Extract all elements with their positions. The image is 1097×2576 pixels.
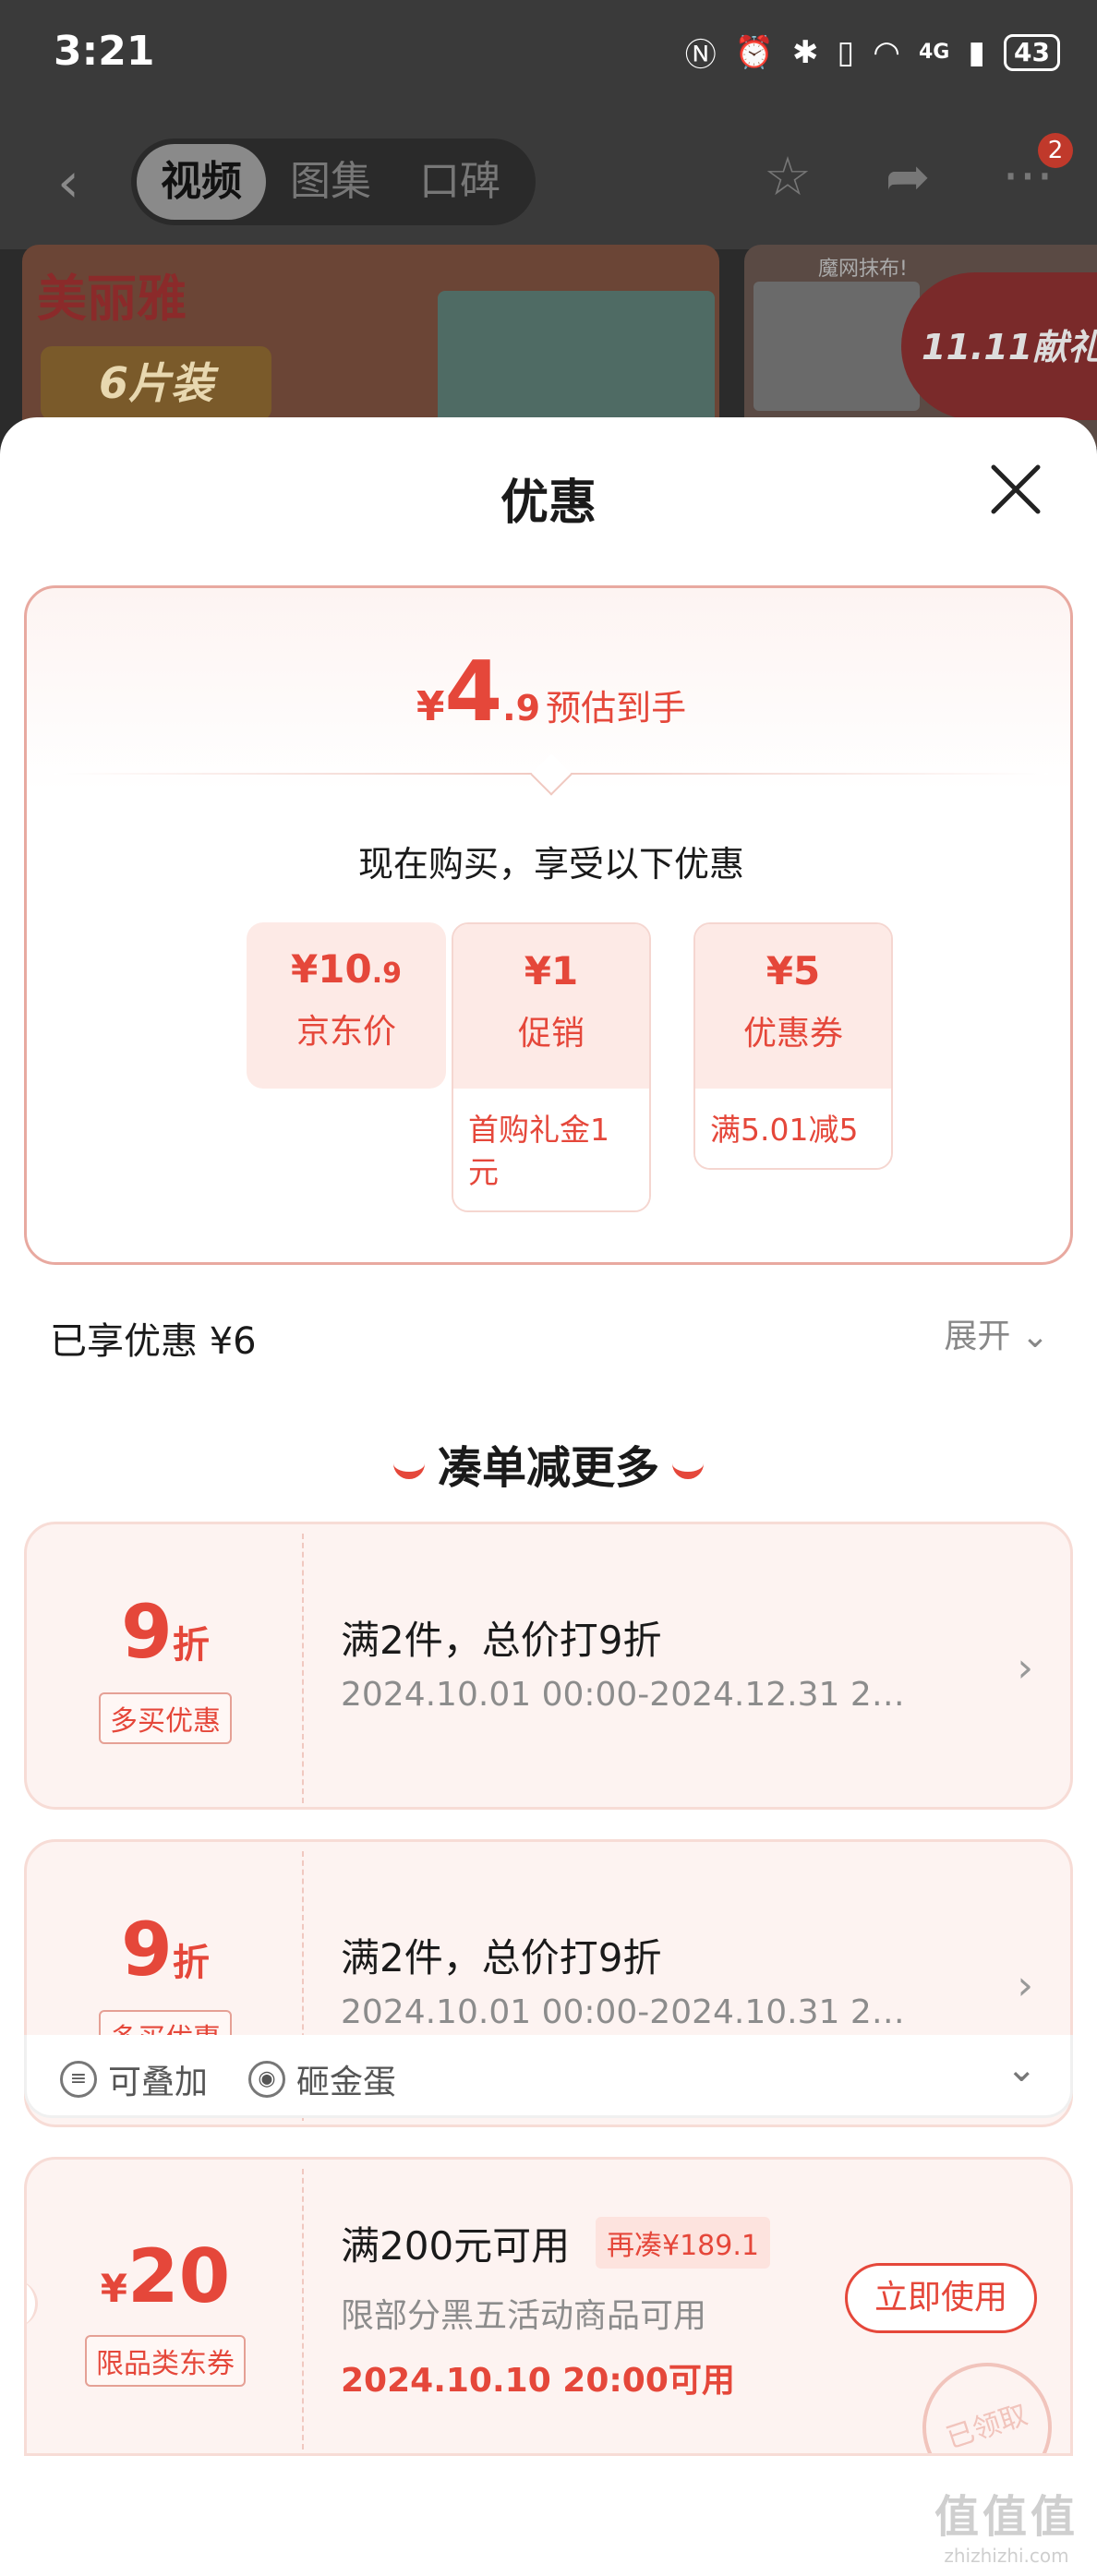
status-bar: 3:21 Ⓝ ⏰ ✱ ▯ ◠ 4G ▮ 43 [0,0,1097,111]
promotion-label: 促销 [517,1015,585,1053]
coupon-label: 优惠券 [742,1015,843,1053]
promo-banner-sale: 11.11献礼 [901,272,1097,420]
promo-discount: 9折 [121,1907,210,1992]
coupon-date: 2024.10.10 20:00可用 [341,2362,735,2400]
watermark: 值值值 zhizhizhi.com [934,2480,1079,2567]
more-icon[interactable]: ··· 2 [995,133,1073,209]
expand-label: 展开 [944,1318,1011,1355]
tab-gallery[interactable]: 图集 [266,144,395,220]
price-decimal: .9 [502,688,541,728]
coupon-value: ¥5 [765,948,821,993]
status-time: 3:21 [54,28,155,75]
coupon-title: 满200元可用 [341,2223,571,2269]
coupon-note: 满5.01减5 [695,1089,891,1168]
tab-video[interactable]: 视频 [137,144,266,220]
chevron-down-icon[interactable]: ⌄ [1006,2048,1037,2090]
egg-icon: ◉ [248,2061,285,2098]
promo-period: 2024.10.01 00:00-2024.10.31 23:59 [341,1993,922,2031]
coupon-tag: 限品类东券 [85,2335,246,2387]
share-icon[interactable]: ➦ [875,144,940,209]
banner-pack: 6片装 [41,346,271,420]
media-tabs: 视频 图集 口碑 [131,138,536,225]
coupon-footer: ≡ 可叠加 ◉ 砸金蛋 ⌄ [24,2035,1073,2118]
wifi-icon: ◠ [873,33,900,71]
coupon-card: ¥20 限品类东券 满200元可用 再凑¥189.1 限部分黑五活动商品可用 2… [24,2157,1073,2456]
enjoyed-discount: 已享优惠 ¥6 [50,1320,257,1363]
back-icon[interactable]: ‹ [57,155,94,211]
battery-indicator: 43 [1004,33,1060,71]
nfc-icon: Ⓝ [684,37,717,74]
alarm-icon: ⏰ [734,33,775,71]
price-label: 预估到手 [546,688,687,728]
more-badge: 2 [1038,133,1073,168]
promo-card[interactable]: 9折 多买优惠 满2件，总价打9折 2024.10.01 00:00-2024.… [24,1522,1073,1810]
nav-bar: ‹ 视频 图集 口碑 ☆ ➦ ··· 2 [0,111,1097,249]
expand-toggle[interactable]: 展开 ⌄ [944,1309,1049,1357]
use-now-button[interactable]: 立即使用 [845,2263,1037,2333]
divider-notch [530,753,573,796]
jd-price-box: ¥10.9 京东价 [247,922,446,1089]
price-summary-card: ¥4.9预估到手 现在购买，享受以下优惠 ¥10.9 京东价 − ¥1 促销 首… [24,585,1073,1265]
network-type: 4G [918,41,950,64]
sheet-title: 优惠 [500,475,597,531]
buy-now-text: 现在购买，享受以下优惠 [357,844,744,885]
dashed-divider [302,1534,304,1803]
promo-discount: 9折 [121,1589,210,1675]
bluetooth-icon: ✱ [792,33,819,71]
golden-egg-label: 砸金蛋 [296,2064,397,2101]
coupon-remaining-chip: 再凑¥189.1 [596,2217,770,2269]
golden-egg-info[interactable]: ◉ 砸金蛋 [248,2055,396,2103]
promo-title: 满2件，总价打9折 [341,1935,662,1980]
section-title: 凑单减更多 [0,1431,1097,1496]
promo-period: 2024.10.01 00:00-2024.12.31 23:59 [341,1676,922,1714]
price-currency: ¥ [416,683,445,730]
coupon-amount: ¥20 [100,2233,231,2319]
favorite-star-icon[interactable]: ☆ [755,144,820,209]
promo-banner-card [753,282,920,411]
jd-price-label: 京东价 [295,1013,396,1051]
chevron-down-icon: ⌄ [1020,1318,1049,1355]
watermark-logo: 值值值 [934,2491,1079,2543]
promotion-note: 首购礼金1元 [453,1089,649,1210]
status-icons: Ⓝ ⏰ ✱ ▯ ◠ 4G ▮ 43 [685,30,1060,75]
promotion-box: ¥1 促销 首购礼金1元 [452,922,651,1212]
promo-title: 满2件，总价打9折 [341,1618,662,1663]
promo-tag: 多买优惠 [99,1692,232,1744]
stackable-info[interactable]: ≡ 可叠加 [60,2055,208,2103]
nav-actions: ☆ ➦ ··· 2 [755,133,1073,209]
price-integer: 4 [444,644,503,740]
stack-icon: ≡ [60,2061,97,2098]
signal-icon: ▮ [968,33,986,71]
stackable-label: 可叠加 [108,2064,209,2101]
chevron-right-icon: › [1017,1962,1033,2009]
dashed-divider [302,2169,304,2450]
banner-brand: 美丽雅 [37,269,187,328]
coupon-box: ¥5 优惠券 满5.01减5 [693,922,893,1170]
estimated-price: ¥4.9 预估到手 [27,644,1076,740]
watermark-url: zhizhizhi.com [944,2545,1069,2567]
promo-banner-title: 魔网抹布! [818,258,908,281]
tab-reviews[interactable]: 口碑 [395,144,524,220]
smile-icon [392,1463,425,1479]
discount-sheet: 优惠 ¥4.9预估到手 现在购买，享受以下优惠 ¥10.9 京东价 − ¥1 促… [0,417,1097,2576]
chevron-right-icon: › [1017,1644,1033,1691]
claimed-stamp: 已领取 [905,2345,1069,2453]
promotion-value: ¥1 [524,948,579,993]
jd-price-value: ¥10.9 [291,946,402,992]
vibrate-icon: ▯ [837,33,855,71]
smile-icon [672,1463,704,1479]
close-icon[interactable] [986,460,1045,519]
coupon-scope: 限部分黑五活动商品可用 [341,2297,707,2335]
